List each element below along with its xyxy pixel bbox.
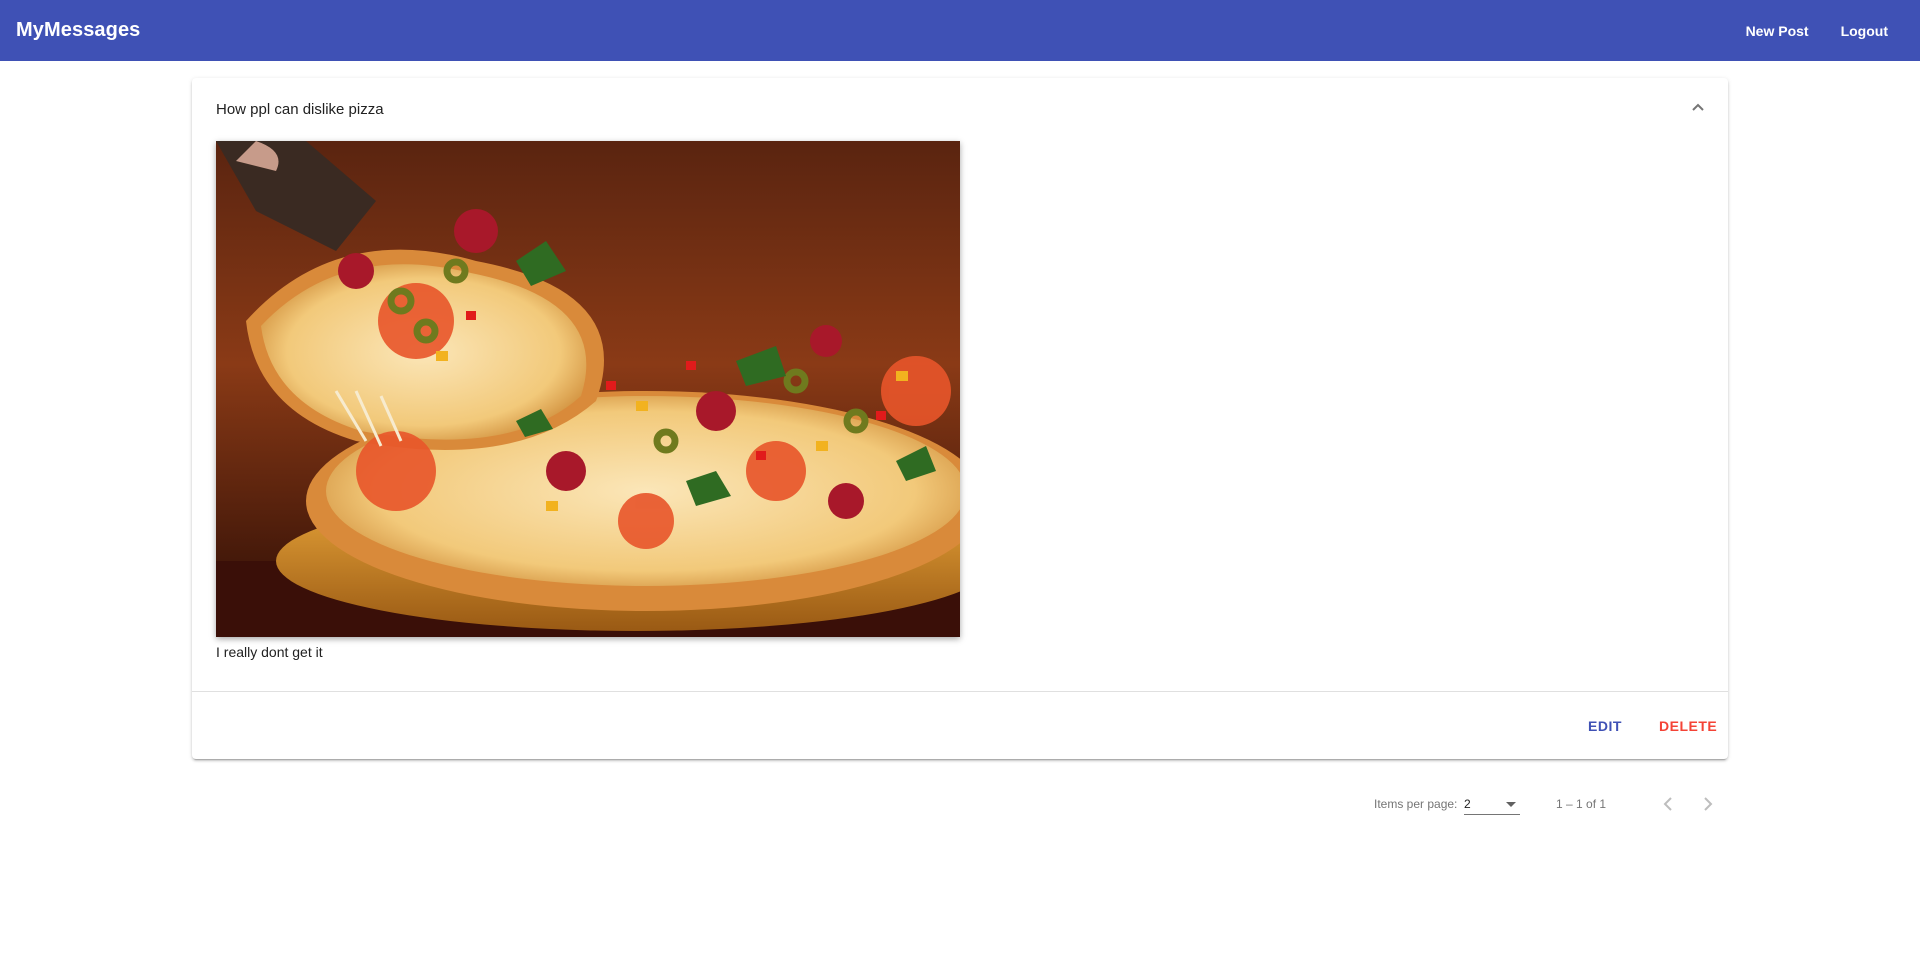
next-page-icon[interactable] <box>1692 788 1724 820</box>
pizza-photo-icon <box>216 141 960 637</box>
dropdown-arrow-icon <box>1506 802 1516 807</box>
items-per-page-label: Items per page: <box>1374 797 1458 811</box>
action-divider <box>192 691 1728 692</box>
range-label: 1 – 1 of 1 <box>1556 797 1607 811</box>
page-size-select[interactable]: 2 <box>1464 790 1520 815</box>
paginator: Items per page: 2 1 – 1 of 1 <box>192 780 1728 828</box>
chevron-up-icon[interactable] <box>1690 99 1706 115</box>
page-size-value: 2 <box>1464 797 1471 811</box>
logout-button[interactable]: Logout <box>1825 15 1904 47</box>
post-expansion-panel: How ppl can dislike pizza I really dont … <box>192 78 1728 759</box>
app-title: MyMessages <box>16 19 141 41</box>
top-toolbar: MyMessages New Post Logout <box>0 0 1920 61</box>
previous-page-icon[interactable] <box>1652 788 1684 820</box>
edit-button[interactable]: EDIT <box>1576 710 1634 742</box>
new-post-button[interactable]: New Post <box>1730 15 1825 47</box>
post-panel-header[interactable]: How ppl can dislike pizza <box>192 78 1728 140</box>
post-content: I really dont get it <box>216 644 323 660</box>
delete-button[interactable]: DELETE <box>1647 710 1729 742</box>
post-title: How ppl can dislike pizza <box>216 101 384 118</box>
post-image <box>216 141 960 637</box>
